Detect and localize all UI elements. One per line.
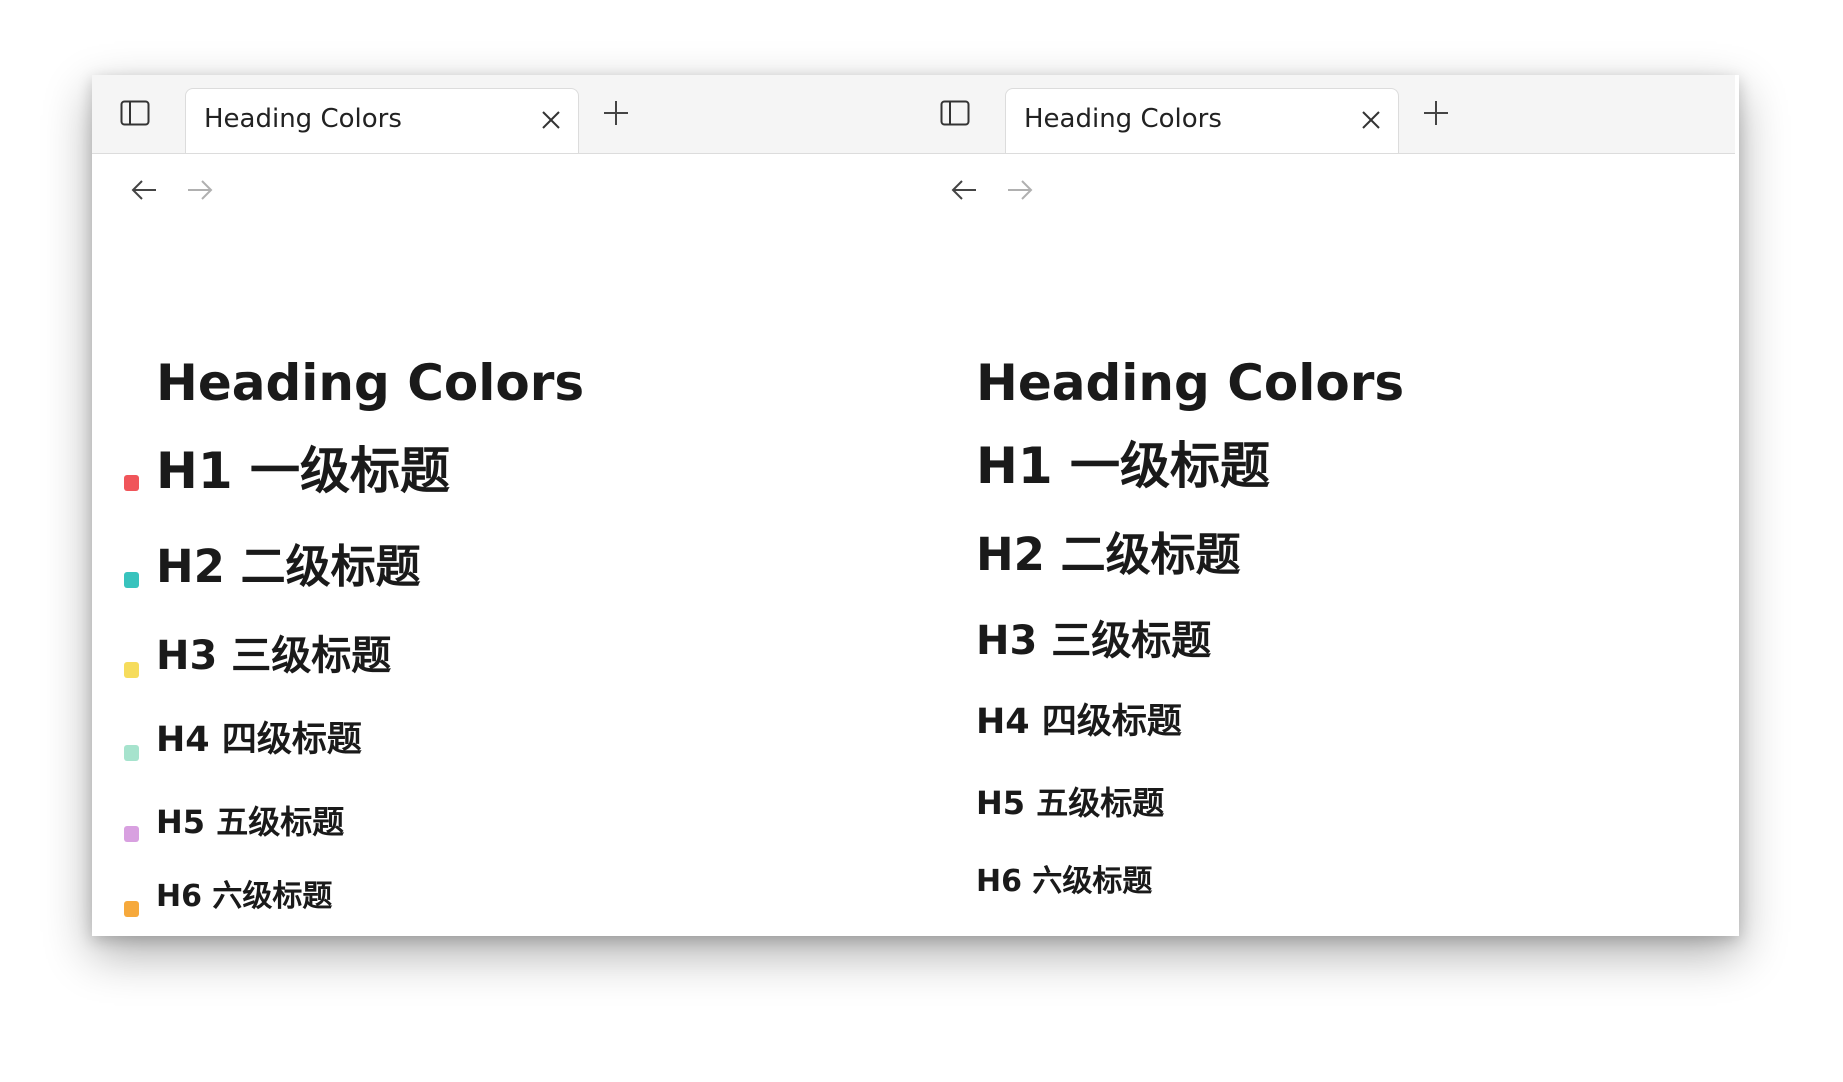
sidebar-toggle-icon[interactable]: [120, 100, 150, 126]
h1-color-marker: [124, 475, 139, 491]
arrow-left-icon[interactable]: [950, 178, 978, 202]
close-icon[interactable]: [539, 108, 563, 132]
h4-color-marker: [124, 745, 139, 761]
app-window: Heading Colors Heading Colors H1 一级标题 H2…: [92, 75, 1739, 936]
heading-h6: H6 六级标题: [976, 864, 1153, 899]
page-title: Heading Colors: [976, 354, 1405, 412]
heading-h5: H5 五级标题: [156, 803, 345, 841]
left-pane: Heading Colors Heading Colors H1 一级标题 H2…: [92, 75, 915, 936]
tab-bar: Heading Colors: [92, 75, 915, 154]
arrow-right-icon[interactable]: [186, 178, 214, 202]
heading-h1: H1 一级标题: [156, 442, 451, 500]
close-icon[interactable]: [1359, 108, 1383, 132]
heading-h6: H6 六级标题: [156, 879, 333, 914]
heading-h1: H1 一级标题: [976, 437, 1271, 495]
page-title: Heading Colors: [156, 354, 585, 412]
arrow-right-icon[interactable]: [1006, 178, 1034, 202]
h6-color-marker: [124, 901, 139, 917]
heading-h4: H4 四级标题: [976, 702, 1182, 742]
sidebar-toggle-icon[interactable]: [940, 100, 970, 126]
tab-heading-colors[interactable]: Heading Colors: [185, 88, 579, 153]
heading-h4: H4 四级标题: [156, 720, 362, 760]
tab-bar: Heading Colors: [912, 75, 1735, 154]
h2-color-marker: [124, 572, 139, 588]
plus-icon[interactable]: [602, 99, 630, 127]
right-pane: Heading Colors Heading Colors H1 一级标题 H2…: [912, 75, 1735, 936]
heading-h3: H3 三级标题: [976, 618, 1212, 664]
arrow-left-icon[interactable]: [130, 178, 158, 202]
plus-icon[interactable]: [1422, 99, 1450, 127]
heading-h2: H2 二级标题: [976, 528, 1241, 581]
heading-h3: H3 三级标题: [156, 633, 392, 679]
h3-color-marker: [124, 662, 139, 678]
heading-h2: H2 二级标题: [156, 540, 421, 593]
tab-title: Heading Colors: [1024, 104, 1222, 134]
tab-title: Heading Colors: [204, 104, 402, 134]
h5-color-marker: [124, 826, 139, 842]
tab-heading-colors[interactable]: Heading Colors: [1005, 88, 1399, 153]
heading-h5: H5 五级标题: [976, 784, 1165, 822]
